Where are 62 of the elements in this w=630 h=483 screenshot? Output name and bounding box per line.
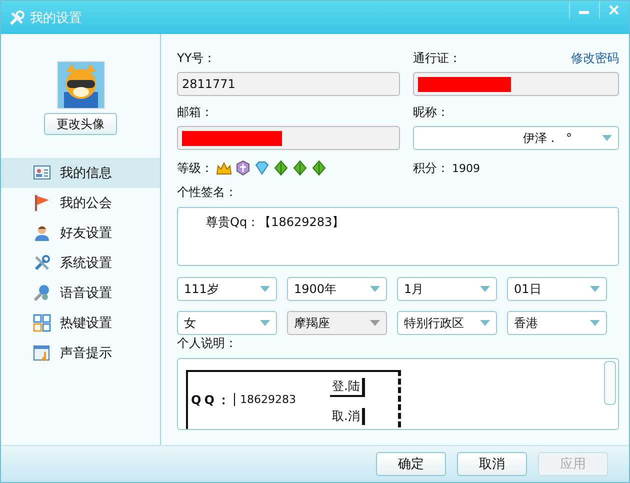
sidebar-item[interactable]: 声音提示 (1, 338, 160, 368)
yy-number-field: 2811771 (177, 72, 400, 96)
sidebar-item[interactable]: 好友设置 (1, 218, 160, 248)
nickname-dropdown[interactable]: 伊泽 . ° (413, 126, 619, 150)
art-text: QQ： (191, 392, 232, 409)
flag-icon (33, 194, 51, 212)
art-text: 登.陆 (330, 378, 365, 397)
sidebar-item[interactable]: 我的信息 (1, 158, 160, 188)
avatar-drawing (56, 61, 104, 109)
field-label: 积分： (413, 160, 449, 176)
dropdown[interactable]: 特别行政区 (397, 311, 497, 335)
dropdown-arrow-icon (260, 286, 270, 292)
microphone-icon (33, 284, 51, 302)
leaf-icon (273, 160, 289, 176)
grid-icon (33, 314, 51, 332)
change-avatar-button[interactable]: 更改头像 (44, 113, 117, 135)
field-label: 通行证： (413, 50, 461, 67)
dropdown-arrow-icon (590, 320, 600, 326)
sidebar-item[interactable]: 语音设置 (1, 278, 160, 308)
dialog-button[interactable]: 确定 (376, 452, 446, 476)
window-title: 我的设置 (30, 10, 82, 27)
close-icon (608, 5, 618, 15)
dropdown[interactable]: 1900年 (287, 277, 387, 301)
field-label: 等级： (177, 160, 213, 176)
dropdown[interactable]: 1月 (397, 277, 497, 301)
sidebar-item[interactable]: 我的公会 (1, 188, 160, 218)
art-text: 18629283 (234, 393, 296, 406)
points-value: 1909 (452, 162, 480, 174)
art-text: 取.消 (330, 408, 365, 425)
change-password-link[interactable]: 修改密码 (571, 50, 619, 67)
field-label: 个性签名： (177, 184, 238, 201)
shield-icon (235, 160, 251, 176)
diamond-icon (254, 160, 270, 176)
dropdown-arrow-icon (260, 320, 270, 326)
crown-icon (216, 160, 232, 176)
tools-icon (9, 10, 25, 26)
music-note-icon (33, 344, 51, 362)
field-label: 邮箱： (177, 104, 214, 121)
leaf-icon (292, 160, 308, 176)
dropdown[interactable]: 111岁 (177, 277, 277, 301)
dropdown-arrow-icon (602, 135, 612, 141)
field-label: YY号： (177, 50, 217, 67)
dropdown-arrow-icon (370, 286, 380, 292)
field-label: 个人说明： (177, 335, 238, 352)
field-label: 昵称： (413, 104, 450, 121)
dropdown-arrow-icon (370, 320, 380, 326)
sidebar-item[interactable]: 系统设置 (1, 248, 160, 278)
dropdown-arrow-icon (480, 286, 490, 292)
sidebar-item[interactable]: 热键设置 (1, 308, 160, 338)
tools-icon (33, 254, 51, 272)
about-field[interactable]: QQ： 18629283 登.陆 取.消 (177, 358, 619, 430)
id-card-icon (33, 164, 51, 182)
dropdown-arrow-icon (480, 320, 490, 326)
person-icon (33, 224, 51, 242)
signature-field[interactable]: 尊贵Qq：【18629283】 (177, 207, 619, 266)
dialog-button[interactable]: 取消 (457, 452, 527, 476)
dropdown[interactable]: 女 (177, 311, 277, 335)
leaf-icon (311, 160, 327, 176)
dropdown[interactable]: 01日 (507, 277, 607, 301)
dropdown-arrow-icon (590, 286, 600, 292)
dropdown[interactable]: 香港 (507, 311, 607, 335)
scrollbar[interactable] (604, 361, 616, 405)
